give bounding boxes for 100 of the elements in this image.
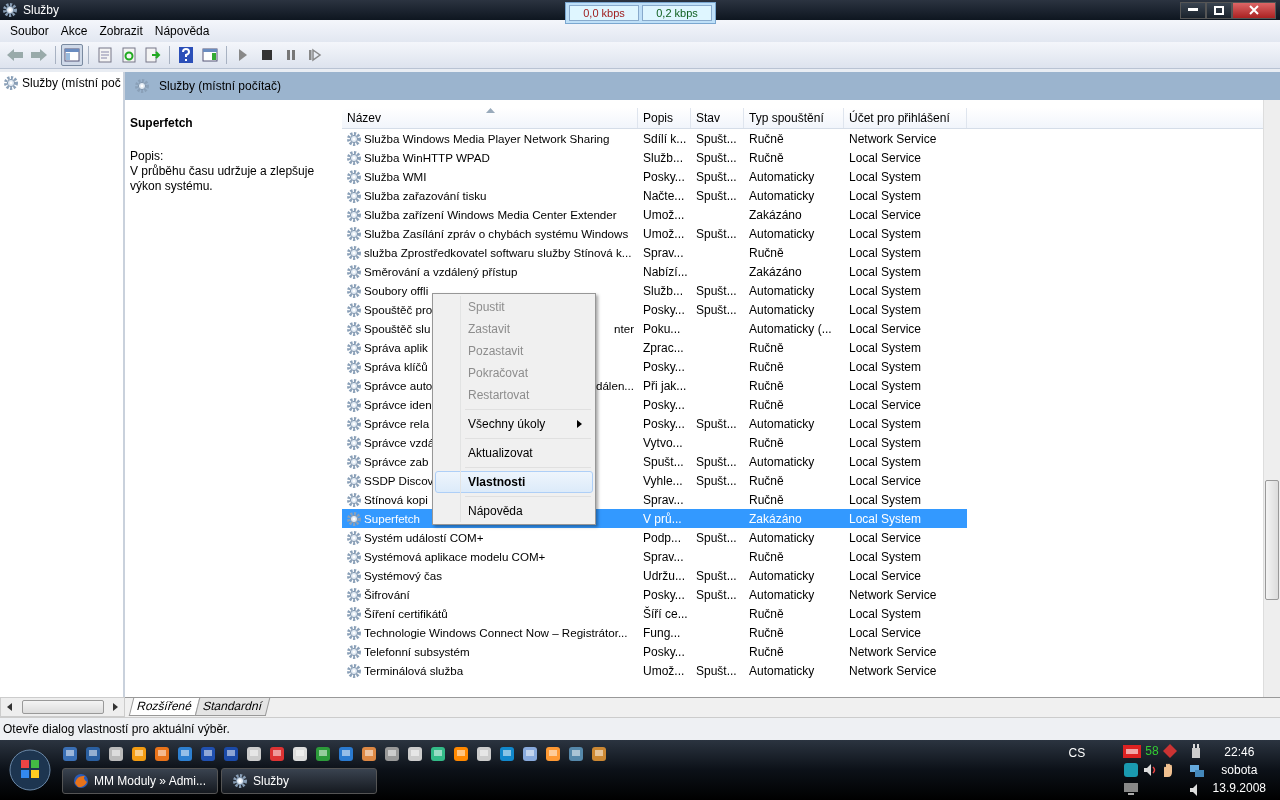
app-icon[interactable] — [361, 746, 377, 762]
service-name: Šifrování — [364, 588, 410, 601]
horizontal-scrollbar[interactable] — [0, 697, 125, 717]
app-icon[interactable] — [131, 746, 147, 762]
app-icon[interactable] — [85, 746, 101, 762]
gear-icon — [346, 244, 362, 261]
right-arrow-icon[interactable] — [112, 703, 118, 711]
scroll-thumb[interactable] — [21, 700, 104, 714]
tree-icon[interactable] — [61, 44, 83, 66]
app-icon[interactable] — [522, 746, 538, 762]
gear-icon — [346, 643, 362, 660]
table-cell: Automaticky — [749, 226, 815, 241]
app-icon[interactable] — [499, 746, 515, 762]
column-header[interactable]: Popis — [638, 108, 691, 128]
app-icon[interactable] — [200, 746, 216, 762]
table-cell: Spušt... — [696, 568, 737, 583]
column-header[interactable]: Účet pro přihlášení — [844, 108, 967, 128]
table-cell: Local System — [849, 302, 922, 317]
clock-date[interactable]: 13.9.2008 — [1212, 781, 1266, 795]
fox-globe-icon — [73, 773, 89, 789]
app-icon[interactable] — [246, 746, 262, 762]
view-tab[interactable]: Rozšířené — [128, 698, 200, 716]
column-header[interactable]: Název — [342, 108, 638, 128]
table-cell: Ručně — [749, 359, 784, 374]
app-icon[interactable] — [108, 746, 124, 762]
service-name: SSDP Discov — [364, 474, 434, 487]
table-cell: Local Service — [849, 397, 922, 412]
gear-icon — [232, 773, 248, 789]
table-cell: Local System — [849, 226, 922, 241]
tree-item[interactable]: Služby (místní poč — [0, 74, 123, 92]
gear-icon — [3, 75, 19, 91]
app-icon[interactable] — [315, 746, 331, 762]
table-cell: Local System — [849, 359, 922, 374]
table-cell: Local Service — [849, 207, 922, 222]
monitor-icon[interactable] — [1123, 782, 1140, 796]
app-icon[interactable] — [269, 746, 285, 762]
app-icon[interactable] — [568, 746, 584, 762]
menu-item[interactable]: Všechny úkoly — [435, 413, 593, 435]
table-cell: Umož... — [643, 663, 685, 678]
table-cell: Umož... — [643, 207, 685, 222]
close-button[interactable] — [1232, 1, 1276, 19]
app-icon[interactable] — [476, 746, 492, 762]
view-tab[interactable]: Standardní — [194, 698, 270, 716]
task-button[interactable]: MM Moduly » Admi... — [62, 768, 218, 794]
speaker-icon[interactable] — [1143, 763, 1158, 777]
table-cell: Ručně — [749, 150, 784, 165]
left-arrow-icon[interactable] — [7, 703, 13, 711]
vertical-scrollbar[interactable] — [1263, 100, 1280, 697]
app-icon[interactable] — [223, 746, 239, 762]
menu-item[interactable]: Nápověda — [435, 500, 593, 522]
app-icon[interactable] — [177, 746, 193, 762]
menu-item[interactable]: Zobrazit — [93, 24, 149, 38]
language-indicator[interactable]: CS — [1068, 746, 1086, 760]
chip-icon[interactable] — [1123, 744, 1142, 758]
service-name: nter — [614, 322, 634, 335]
maximize-icon — [1214, 5, 1224, 15]
table-cell: Automaticky — [749, 587, 815, 602]
app-icon[interactable] — [430, 746, 446, 762]
menu-item[interactable]: Nápověda — [148, 24, 216, 38]
app-icon[interactable] — [338, 746, 354, 762]
clock-time[interactable]: 22:46 — [1224, 745, 1255, 759]
gear-icon — [346, 149, 362, 166]
app-icon[interactable] — [407, 746, 423, 762]
menu-item[interactable]: Aktualizovat — [435, 442, 593, 464]
app-icon[interactable] — [154, 746, 170, 762]
network-icon[interactable] — [1188, 763, 1205, 779]
column-header[interactable]: Stav — [691, 108, 744, 128]
table-cell: Local Service — [849, 625, 922, 640]
app-icon[interactable] — [62, 746, 78, 762]
app-icon[interactable] — [292, 746, 308, 762]
app-icon[interactable] — [1123, 762, 1140, 778]
table-cell: Ručně — [749, 492, 784, 507]
gear-icon — [346, 605, 362, 622]
task-button[interactable]: Služby — [221, 768, 377, 794]
clock-day[interactable]: sobota — [1221, 763, 1258, 777]
gear-icon — [346, 472, 362, 489]
minimize-button[interactable] — [1180, 1, 1206, 19]
diamond-icon[interactable] — [1162, 744, 1177, 758]
app-icon[interactable] — [453, 746, 469, 762]
scroll-thumb[interactable] — [1265, 480, 1279, 600]
service-name: Správce auto — [364, 379, 433, 392]
service-name: Správce iden — [364, 398, 432, 411]
menu-item[interactable]: Akce — [54, 24, 94, 38]
table-cell: Spušt... — [696, 150, 737, 165]
table-cell: Automaticky — [749, 663, 815, 678]
table-cell: Vytvo... — [643, 435, 683, 450]
gear-icon — [346, 320, 362, 337]
start-button[interactable] — [8, 748, 52, 792]
column-header[interactable]: Typ spouštění — [744, 108, 844, 128]
table-cell: Automaticky (... — [749, 321, 832, 336]
menu-item[interactable]: Soubor — [4, 24, 55, 38]
table-cell: Spušt... — [696, 302, 737, 317]
app-icon[interactable] — [384, 746, 400, 762]
app-icon[interactable] — [591, 746, 607, 762]
table-cell: Network Service — [849, 131, 937, 146]
maximize-button[interactable] — [1206, 1, 1232, 19]
menu-item[interactable]: Vlastnosti — [435, 471, 593, 493]
table-cell: Local Service — [849, 150, 922, 165]
table-cell: Při jak... — [643, 378, 687, 393]
app-icon[interactable] — [545, 746, 561, 762]
